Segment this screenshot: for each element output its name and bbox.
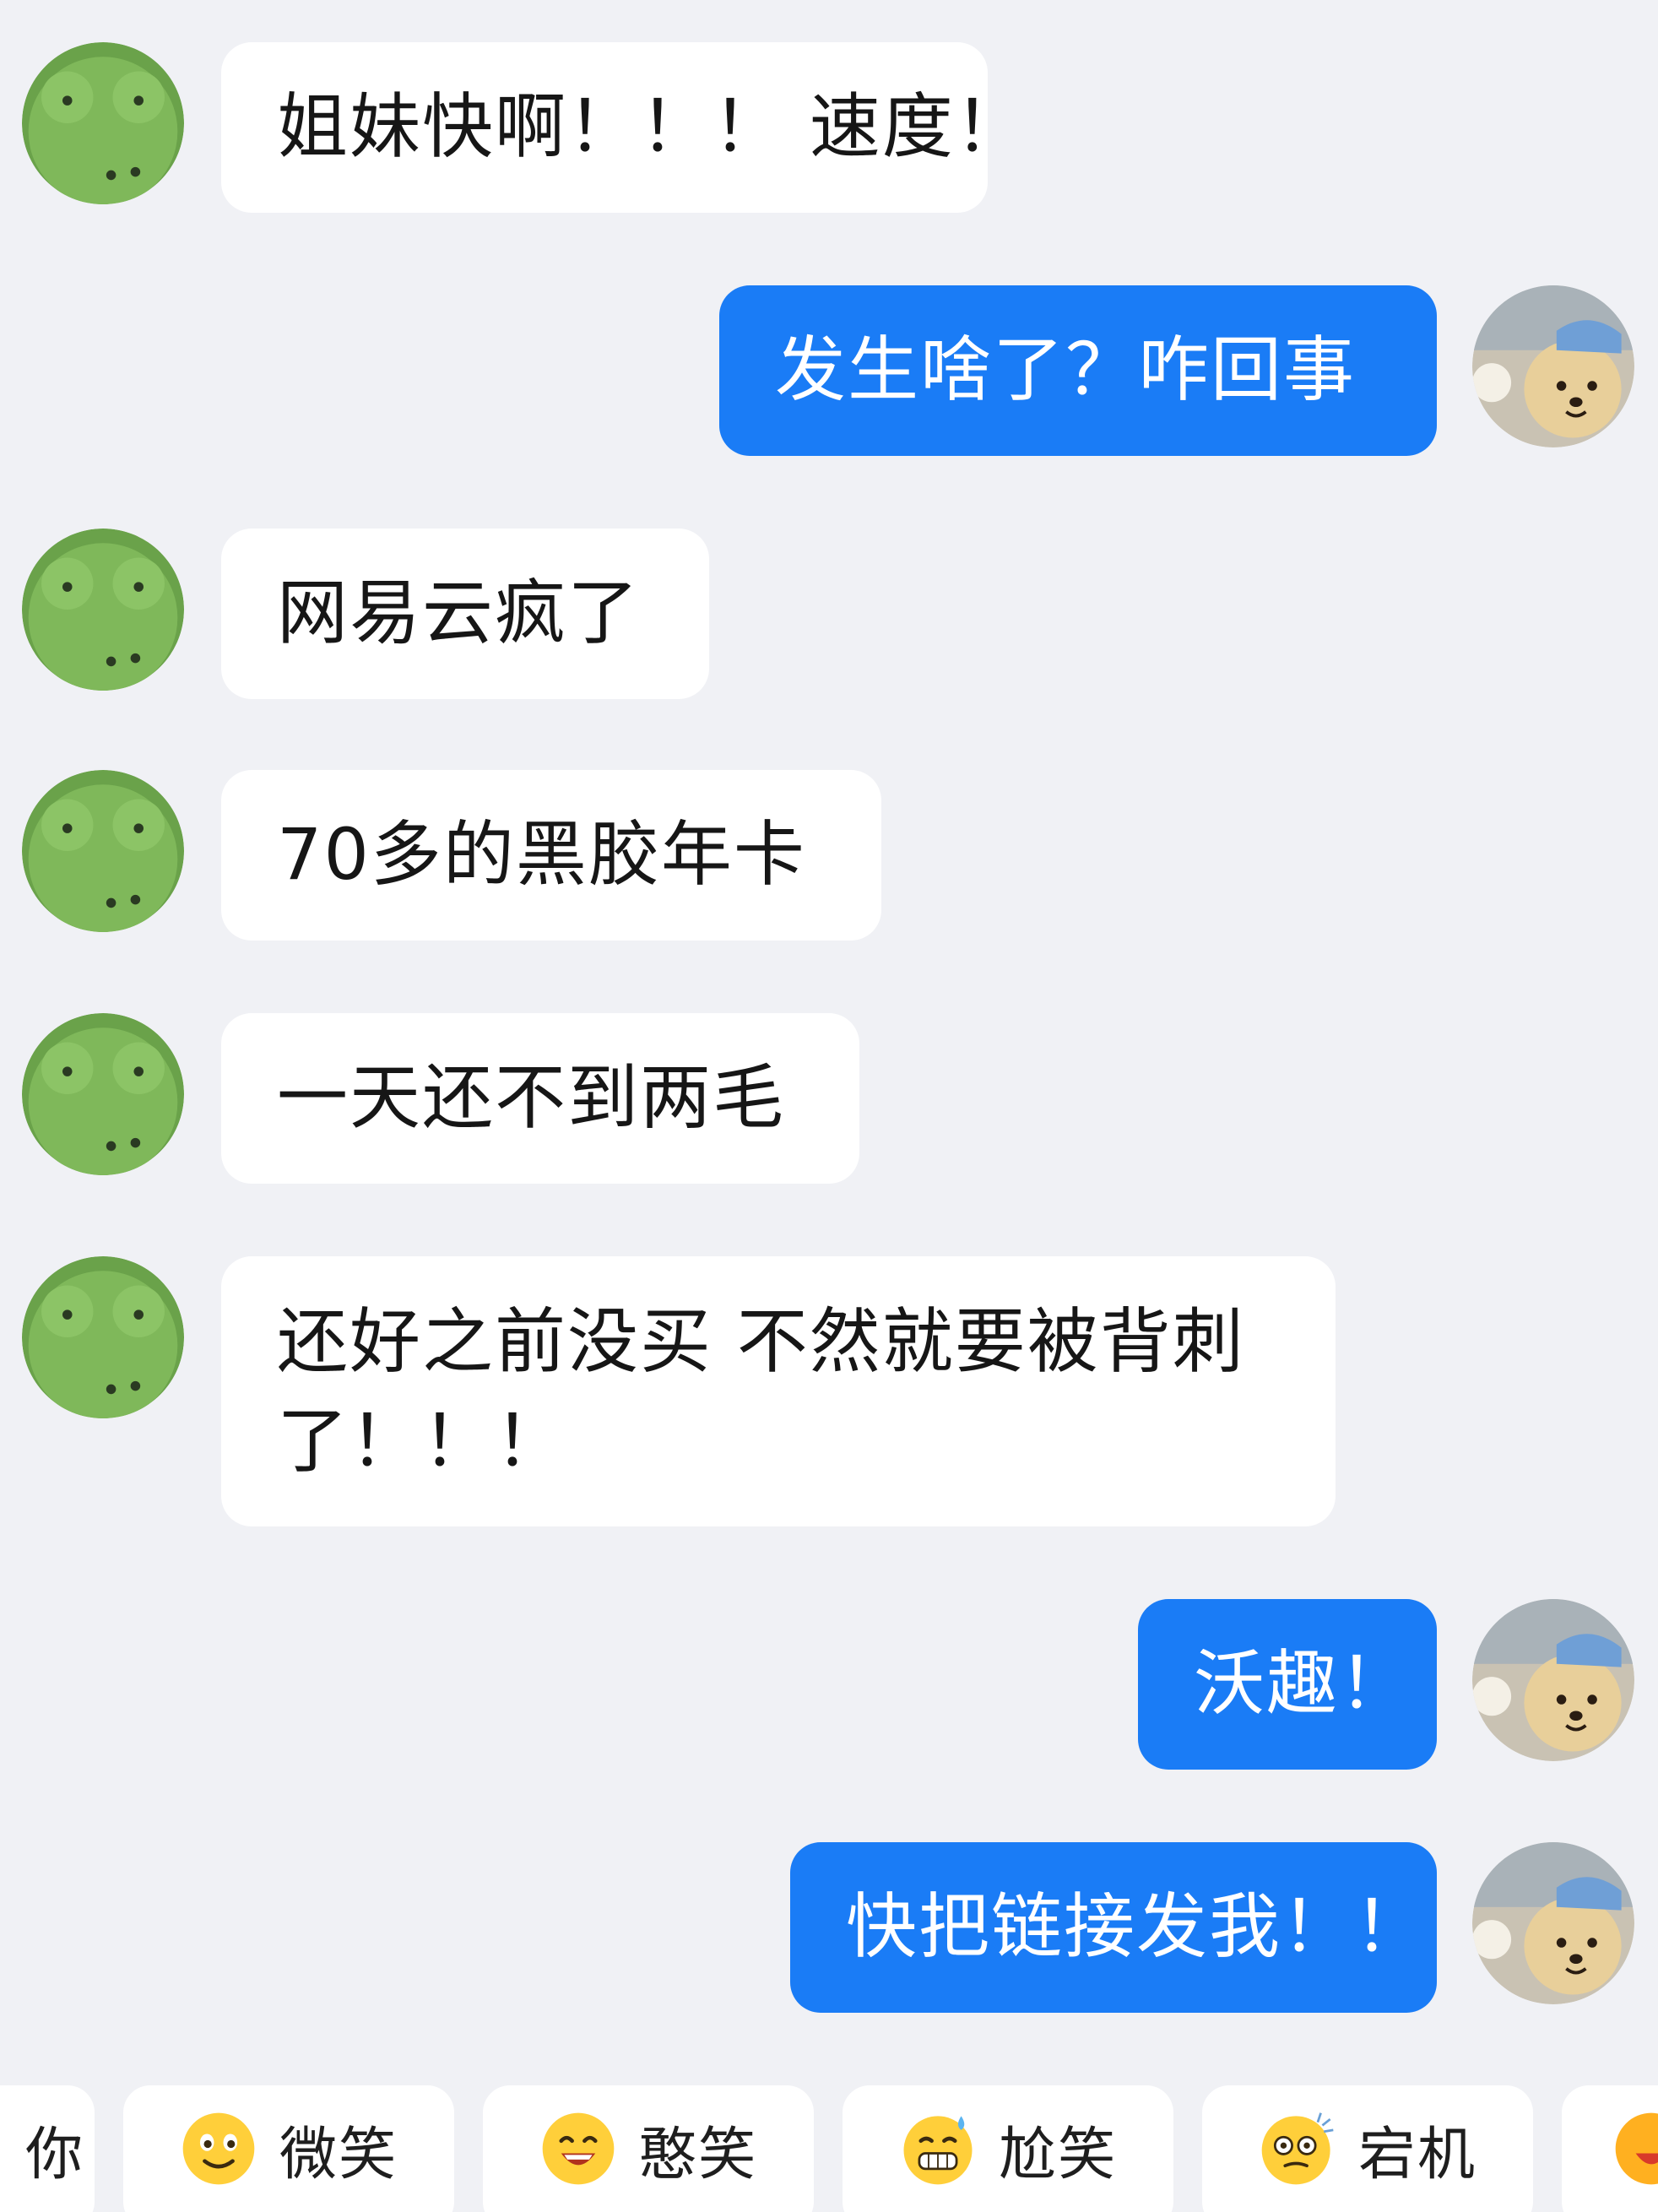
bear-avatar-icon[interactable] [1472,285,1634,447]
quick-reply-label: 宕机 [1357,2121,1476,2188]
quick-reply-label: 憨笑 [638,2121,757,2188]
message-text: 还好之前没买 不然就要被背刺了！！！ [277,1300,1245,1483]
bear-avatar-icon[interactable] [1472,1842,1634,2004]
awkward-sweat-emoji-icon [899,2110,977,2188]
quick-reply-label: 微笑 [279,2121,398,2188]
frog-avatar-icon[interactable] [22,42,184,204]
grin-emoji-icon [539,2110,617,2188]
message-text: 网易云疯了 [277,572,641,654]
quick-reply-chip[interactable]: 宕机 [1202,2085,1533,2212]
message-bubble-incoming[interactable]: 70多的黑胶年卡 [221,770,881,941]
quick-reply-label: 你 [24,2121,84,2188]
message-text: 发生啥了？咋回事 [775,328,1357,411]
quick-reply-label: 尬笑 [998,2121,1117,2188]
frog-avatar-icon[interactable] [22,529,184,691]
message-bubble-outgoing[interactable]: 沃趣！ [1138,1599,1437,1770]
message-text: 沃趣！ [1194,1642,1412,1725]
message-text: 一天还不到两毛 [277,1056,786,1139]
quick-reply-chip[interactable]: 憨笑 [483,2085,814,2212]
frog-avatar-icon[interactable] [22,1256,184,1418]
quick-reply-chip[interactable] [1562,2085,1658,2212]
bear-avatar-icon[interactable] [1472,1599,1634,1761]
chat-screen: 姐妹快啊！！！ 速度！ 发生啥了？咋回事 网易云疯了 70多的黑胶年卡 一天还不… [0,0,1658,2212]
message-bubble-incoming[interactable]: 一天还不到两毛 [221,1013,859,1184]
quick-reply-chip[interactable]: 微笑 [123,2085,454,2212]
message-bubble-outgoing[interactable]: 快把链接发我！！ [790,1842,1437,2013]
smile-emoji-icon [180,2110,257,2188]
frog-avatar-icon[interactable] [22,1013,184,1175]
message-text: 快把链接发我！！ [846,1885,1428,1968]
message-bubble-outgoing[interactable]: 发生啥了？咋回事 [719,285,1437,456]
message-bubble-incoming[interactable]: 姐妹快啊！！！ 速度！ [221,42,1026,213]
dizzy-emoji-icon [1259,2110,1336,2188]
message-text: 70多的黑胶年卡 [277,813,806,896]
message-bubble-incoming[interactable]: 网易云疯了 [221,529,709,699]
quick-reply-chip[interactable]: 尬笑 [843,2085,1173,2212]
message-text: 姐妹快啊！！！ 速度！ [277,85,1027,168]
frog-avatar-icon[interactable] [22,770,184,932]
quick-reply-chip[interactable]: 你 [0,2085,95,2212]
message-bubble-incoming[interactable]: 还好之前没买 不然就要被背刺了！！！ [221,1256,1336,1526]
emoji-icon [1612,2110,1658,2188]
